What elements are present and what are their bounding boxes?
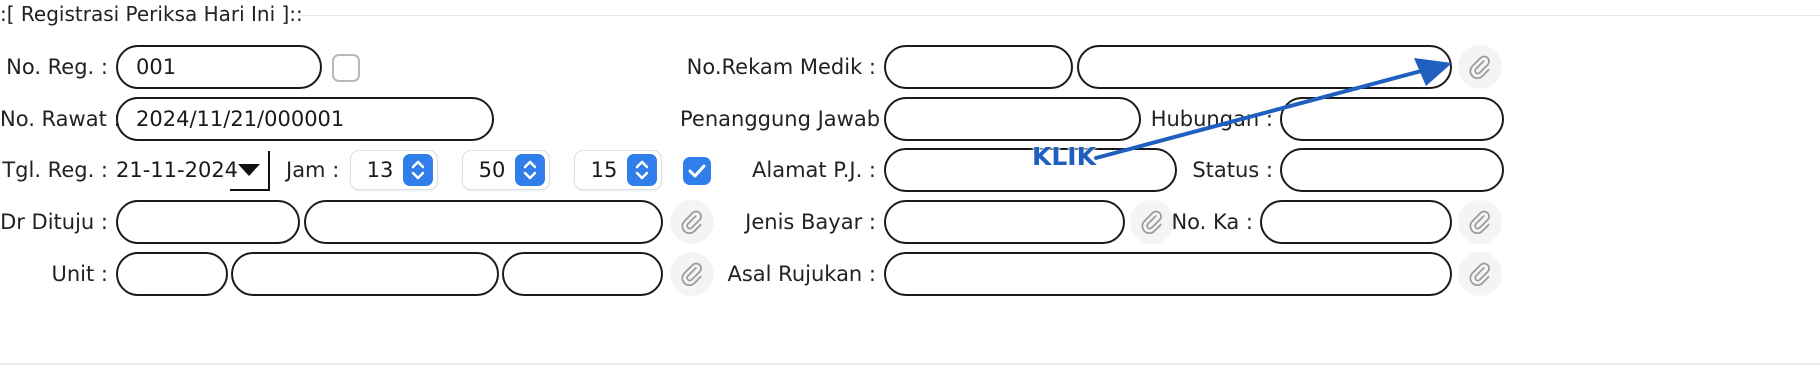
- annotation-arrow: [1094, 58, 1452, 160]
- klik-annotation: KLIK: [1032, 142, 1096, 171]
